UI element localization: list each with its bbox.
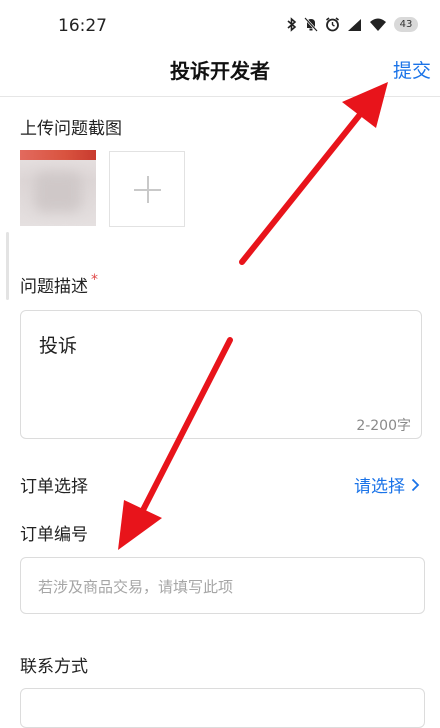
- status-bar: 16:27 43: [0, 0, 440, 52]
- description-label: 问题描述 *: [20, 272, 98, 297]
- mute-icon: [304, 17, 318, 32]
- status-time: 16:27: [58, 16, 107, 36]
- upload-label: 上传问题截图: [20, 119, 122, 139]
- header-divider: [0, 96, 440, 97]
- uploaded-screenshot-thumbnail[interactable]: [20, 150, 96, 226]
- order-select-text: 请选择: [354, 477, 405, 497]
- scroll-indicator: [6, 232, 9, 300]
- description-label-text: 问题描述: [20, 277, 88, 297]
- plus-icon-vertical: [147, 176, 149, 203]
- battery-icon: 43: [394, 17, 418, 32]
- char-counter: 2-200字: [356, 418, 411, 434]
- alarm-icon: [326, 17, 339, 32]
- signal-icon: [348, 18, 361, 31]
- page-title: 投诉开发者: [170, 59, 270, 83]
- bluetooth-icon: [287, 17, 297, 32]
- status-icons: 43: [286, 17, 418, 32]
- order-number-label: 订单编号: [20, 525, 88, 545]
- description-textarea[interactable]: 投诉 2-200字: [20, 310, 422, 439]
- wifi-icon: [370, 18, 386, 31]
- submit-button[interactable]: 提交: [393, 56, 431, 83]
- required-mark: *: [91, 272, 98, 288]
- chevron-right-icon: [411, 478, 420, 491]
- arrow-to-submit: [239, 82, 388, 265]
- order-number-input[interactable]: 若涉及商品交易，请填写此项: [20, 557, 425, 614]
- order-number-placeholder: 若涉及商品交易，请填写此项: [38, 578, 234, 596]
- thumbnail-header-strip: [20, 150, 96, 160]
- order-select-label: 订单选择: [20, 477, 88, 497]
- contact-label: 联系方式: [20, 657, 88, 677]
- contact-input[interactable]: [20, 688, 425, 728]
- thumbnail-blurred-content: [34, 172, 82, 212]
- order-select-button[interactable]: 请选择: [354, 472, 420, 497]
- description-text: 投诉: [39, 335, 78, 357]
- add-image-button[interactable]: [109, 151, 185, 227]
